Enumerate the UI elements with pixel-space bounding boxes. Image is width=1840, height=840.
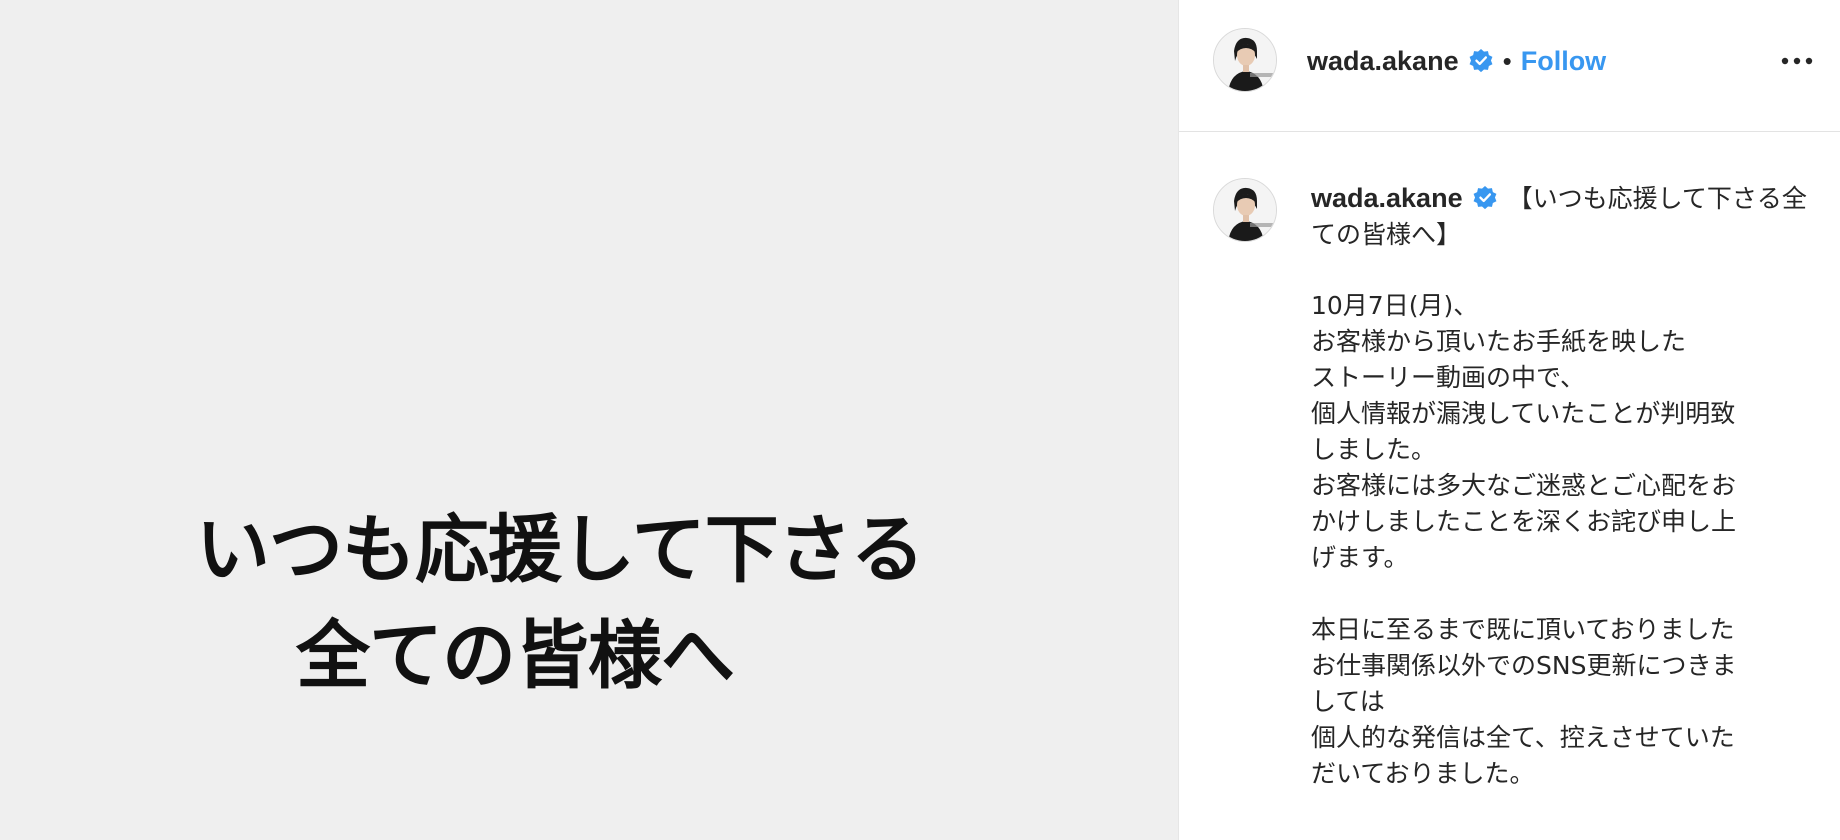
caption-line: しました。 xyxy=(1311,435,1437,464)
caption-line: 個人的な発信は全て、控えさせていた xyxy=(1311,723,1735,752)
instagram-post-view: いつも応援して下さる 全ての皆様へ wada.akane • Follow wa… xyxy=(0,0,1840,840)
caption-username[interactable]: wada.akane xyxy=(1311,183,1463,213)
caption-line: 本日に至るまで既に頂いておりました xyxy=(1311,615,1735,644)
post-side-panel: wada.akane • Follow wada.akane 【いつも応援して下… xyxy=(1178,0,1840,840)
caption-line: ストーリー動画の中で、 xyxy=(1311,363,1586,392)
header-username[interactable]: wada.akane xyxy=(1307,46,1459,77)
post-image-line-2: 全ての皆様へ xyxy=(296,613,735,699)
follow-button[interactable]: Follow xyxy=(1521,46,1606,77)
caption-line: 10月7日(月)、 xyxy=(1311,291,1479,320)
caption-line: しては xyxy=(1311,687,1385,716)
more-horizontal-icon[interactable] xyxy=(1779,48,1815,74)
caption-line: 個人情報が漏洩していたことが判明致 xyxy=(1311,399,1736,428)
caption-line: げます。 xyxy=(1311,543,1409,572)
avatar[interactable] xyxy=(1213,28,1277,92)
caption-avatar[interactable] xyxy=(1213,178,1277,242)
caption-line: お客様から頂いたお手紙を映した xyxy=(1311,327,1687,356)
post-image[interactable]: いつも応援して下さる 全ての皆様へ xyxy=(0,0,1178,840)
verified-badge-icon xyxy=(1472,185,1498,211)
caption-line: かけしましたことを深くお詫び申し上 xyxy=(1311,507,1737,536)
caption-line: お客様には多大なご迷惑とご心配をお xyxy=(1311,471,1737,500)
header-user-row: wada.akane • Follow xyxy=(1307,42,1606,80)
caption-text: 10月7日(月)、 お客様から頂いたお手紙を映した ストーリー動画の中で、 個人… xyxy=(1311,288,1811,792)
post-image-line-1: いつも応援して下さる xyxy=(196,507,925,593)
caption-line: だいておりました。 xyxy=(1311,759,1535,788)
separator-dot: • xyxy=(1502,45,1512,76)
caption-line: お仕事関係以外でのSNS更新につきま xyxy=(1311,651,1737,680)
caption-section: wada.akane 【いつも応援して下さる全ての皆様へ】 10月7日(月)、 … xyxy=(1179,132,1840,840)
post-image-text: いつも応援して下さる 全ての皆様へ xyxy=(0,0,1178,840)
caption-header: wada.akane 【いつも応援して下さる全ての皆様へ】 xyxy=(1311,180,1811,253)
verified-badge-icon xyxy=(1468,48,1494,74)
post-header: wada.akane • Follow xyxy=(1179,0,1840,132)
